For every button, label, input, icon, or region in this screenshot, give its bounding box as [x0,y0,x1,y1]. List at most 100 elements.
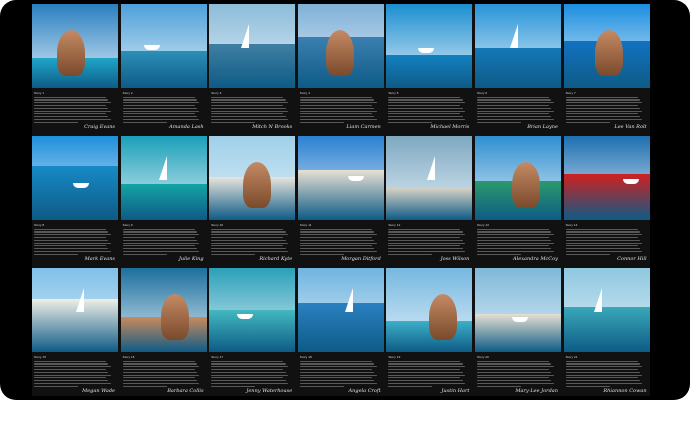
story-tile[interactable]: Story 18 Angela Croft [297,268,384,396]
story-tile[interactable]: Story 2 Amanda Lash [120,4,207,132]
person-shape [160,294,189,340]
story-tile[interactable]: Story 4 Liam Carmen [297,4,384,132]
story-tile[interactable]: Story 13 Alexandra McCoy [474,136,561,264]
person-shape [325,30,354,76]
woman-smiling-photo[interactable] [32,268,118,352]
signature: Alexandra McCoy [513,256,558,262]
person-shape [243,162,272,208]
boat-shape [347,176,364,181]
signature: Mary-Lee Jordan [515,388,558,394]
signature: Morgan Ditford [341,256,381,262]
signature: Amanda Lash [169,124,204,130]
couple-at-sea-photo[interactable] [563,136,650,220]
story-tile[interactable]: Story 7 Lee Van Rolt [563,4,650,132]
man-on-beach-lounger-photo[interactable] [32,4,118,88]
person-shape [429,294,458,340]
signature: Mark Evans [84,256,115,262]
signature: Richard Kyte [259,256,293,262]
story-text-block [122,227,203,256]
story-text-block [388,95,468,124]
story-text-block [476,227,557,256]
story-tile[interactable]: Story 10 Richard Kyte [209,136,296,264]
photo-sea [297,303,384,352]
story-text-block [299,95,380,124]
story-tile[interactable]: Story 9 Julie King [120,136,207,264]
signature: Connor Hill [617,256,647,262]
story-text-block [34,227,114,256]
signature: Liam Carmen [346,124,381,130]
woman-on-beach-photo[interactable] [563,268,650,352]
story-text-block [299,359,380,388]
man-on-sand-photo[interactable] [474,268,561,352]
photo-sea [120,184,207,220]
story-text-block [34,95,114,124]
story-tile[interactable]: Story 11 Morgan Ditford [297,136,384,264]
sail-shape [241,24,250,48]
story-tile[interactable]: Story 3 Mitch N Brooks [209,4,296,132]
story-tile[interactable]: Story 15 Megan Wade [32,268,118,396]
story-text-block [565,95,646,124]
reef-aerial-photo[interactable] [209,268,296,352]
boat-shape [73,183,89,188]
story-text-block [388,227,468,256]
person-shape [57,30,85,76]
story-tile[interactable]: Story 19 Justin Hart [386,268,473,396]
signature: Justin Hart [441,388,470,394]
speedboat-resort-photo[interactable] [474,136,561,220]
story-tile[interactable]: Story 14 Connor Hill [563,136,650,264]
skydiver-over-yacht-photo[interactable] [32,136,118,220]
photo-sea [386,55,473,88]
story-tile[interactable]: Story 6 Brian Layne [474,4,561,132]
story-tile[interactable]: Story 16 Barbara Collis [120,268,207,396]
story-tile[interactable]: Story 17 Jenny Waterhouse [209,268,296,396]
hands-and-man-photo[interactable] [386,136,473,220]
story-text-block [476,95,557,124]
signature: Rhiannon Cowan [603,388,647,394]
signature: Craig Evans [84,124,115,130]
swimmer-photo[interactable] [120,136,207,220]
person-shape [511,162,540,208]
woman-sunglasses-photo[interactable] [120,268,207,352]
person-shape [594,30,623,76]
story-text-block [211,227,291,256]
speedboat-photo[interactable] [386,4,473,88]
group-on-deck-photo[interactable] [120,4,207,88]
story-tile[interactable]: Story 5 Michael Morris [386,4,473,132]
story-tile[interactable]: Story 1 Craig Evans [32,4,118,132]
story-tile[interactable]: Story 20 Mary-Lee Jordan [474,268,561,396]
story-text-block [388,359,468,388]
story-text-block [211,95,291,124]
man-on-sand-photo[interactable] [297,136,384,220]
catamaran-photo[interactable] [386,268,473,352]
story-tile[interactable]: Story 8 Mark Evans [32,136,118,264]
signature: Joss Wilson [440,256,470,262]
signature: Angela Croft [348,388,381,394]
photo-sea [120,51,207,88]
story-text-block [299,227,380,256]
story-text-block [122,359,203,388]
sail-shape [593,288,602,312]
yacht-at-sea-photo[interactable] [297,268,384,352]
boat-shape [143,45,160,50]
sailing-yacht-photo[interactable] [563,4,650,88]
sail-shape [427,156,436,180]
story-text-block [211,359,291,388]
marina-collage-photo[interactable] [297,4,384,88]
story-tile[interactable]: Story 21 Rhiannon Cowan [563,268,650,396]
signature: Megan Wade [82,388,115,394]
device-frame: Story 1 Craig Evans Story 2 Amanda Lash Stor… [0,0,690,400]
story-gallery: Story 1 Craig Evans Story 2 Amanda Lash Stor… [32,4,650,396]
signature: Barbara Collis [167,388,204,394]
woman-on-beach-photo[interactable] [209,136,296,220]
tile-grid: Story 1 Craig Evans Story 2 Amanda Lash Stor… [32,4,650,396]
photo-sea [474,48,561,88]
story-text-block [565,359,646,388]
boat-shape [511,317,528,322]
story-tile[interactable]: Story 12 Joss Wilson [386,136,473,264]
sail-shape [158,156,167,180]
photo-sea [209,44,296,88]
signature: Mitch N Brooks [252,124,293,130]
couple-on-boat-photo[interactable] [474,4,561,88]
man-in-blue-shirt-photo[interactable] [209,4,296,88]
signature: Lee Van Rolt [614,124,647,130]
